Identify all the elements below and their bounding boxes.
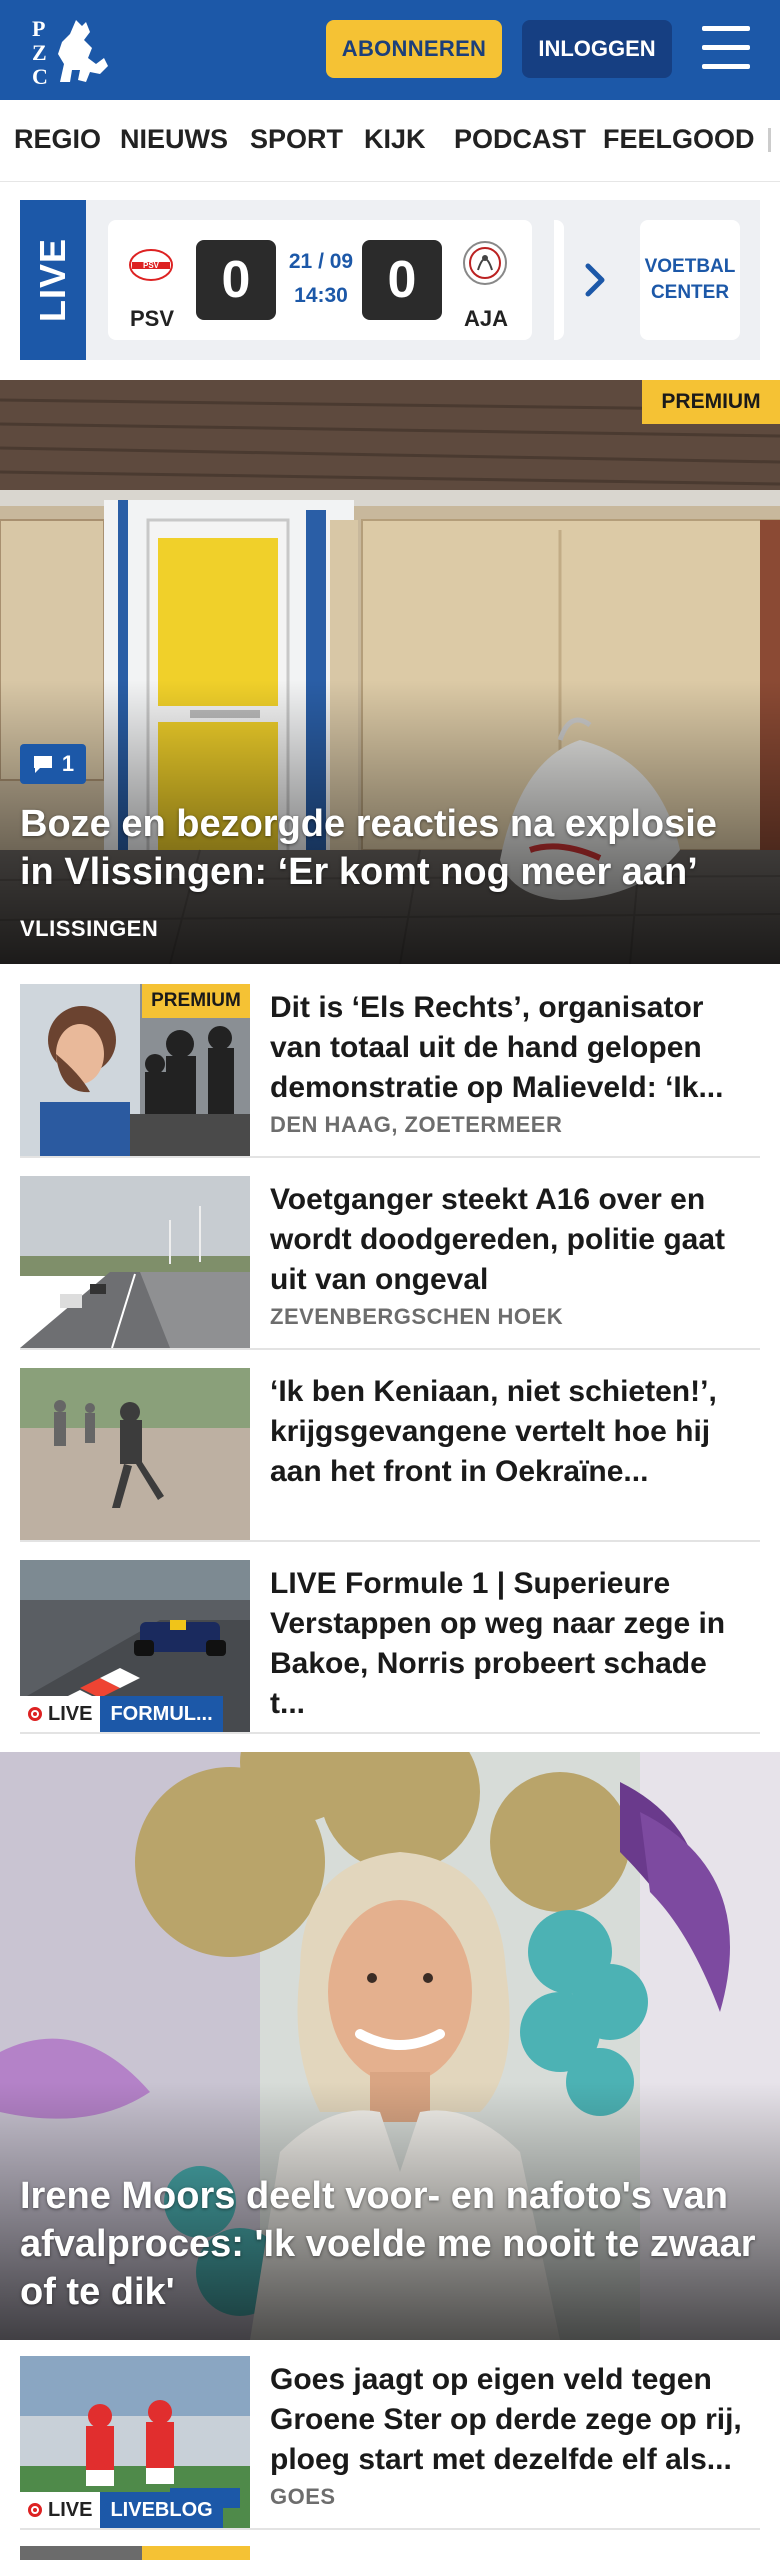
feature-title[interactable]: Irene Moors deelt voor- en nafoto's van … bbox=[20, 2172, 765, 2316]
nav-item-sport[interactable]: SPORT bbox=[250, 124, 343, 155]
article-location: ZEVENBERGSCHEN HOEK bbox=[270, 1304, 564, 1329]
list-item[interactable]: LIVE LIVEBLOG Goes jaagt op eigen veld t… bbox=[20, 2356, 760, 2530]
match-date: 21 / 09 bbox=[288, 250, 354, 273]
next-item-peek bbox=[20, 2546, 250, 2560]
list-item[interactable]: LIVE FORMUL... LIVE Formule 1 | Superieu… bbox=[20, 1560, 760, 1734]
section-nav: REGIO NIEUWS SPORT KIJK PODCAST FEELGOOD bbox=[0, 100, 780, 182]
comment-count: 1 bbox=[61, 751, 75, 776]
chevron-right-icon bbox=[585, 263, 605, 297]
article-title[interactable]: Voetganger steekt A16 over en wordt dood… bbox=[270, 1180, 750, 1300]
nav-item-kijk[interactable]: KIJK bbox=[364, 124, 426, 155]
premium-badge: PREMIUM bbox=[642, 380, 780, 424]
live-badge-label: LIVE bbox=[48, 2498, 93, 2521]
home-team-name: PSV bbox=[130, 306, 175, 331]
article-location: DEN HAAG, ZOETERMEER bbox=[270, 1112, 563, 1137]
category-label: FORMUL... bbox=[100, 1696, 223, 1732]
nav-item-feelgood[interactable]: FEELGOOD bbox=[603, 124, 755, 155]
premium-badge: PREMIUM bbox=[142, 984, 250, 1018]
subscribe-button[interactable]: ABONNEREN bbox=[326, 20, 502, 78]
speech-bubble-icon bbox=[33, 756, 52, 773]
pzc-logo[interactable]: P Z C bbox=[30, 14, 112, 89]
article-title[interactable]: Goes jaagt op eigen veld tegen Groene St… bbox=[270, 2360, 750, 2480]
list-item[interactable]: PREMIUM Dit is ‘Els Rechts’, organisator… bbox=[20, 984, 760, 1158]
article-location: GOES bbox=[270, 2484, 336, 2509]
svg-text:P: P bbox=[32, 16, 45, 41]
hero-location: VLISSINGEN bbox=[20, 916, 159, 941]
match-time: 14:30 bbox=[294, 284, 348, 307]
record-dot-icon bbox=[28, 1707, 42, 1721]
svg-text:PSV: PSV bbox=[143, 261, 160, 270]
feature-article[interactable]: Irene Moors deelt voor- en nafoto's van … bbox=[0, 1752, 780, 2340]
premium-badge-peek bbox=[142, 2546, 250, 2560]
category-label: LIVEBLOG bbox=[100, 2492, 223, 2528]
record-dot-icon bbox=[28, 2503, 42, 2517]
login-button[interactable]: INLOGGEN bbox=[522, 20, 672, 78]
hero-article[interactable]: PREMIUM 1 Boze en bezorgde reacties na e… bbox=[0, 380, 780, 964]
live-label: LIVE bbox=[20, 200, 86, 360]
list-item[interactable]: Voetganger steekt A16 over en wordt dood… bbox=[20, 1176, 760, 1350]
article-thumbnail: LIVE LIVEBLOG bbox=[20, 2356, 250, 2528]
site-header: P Z C ABONNEREN INLOGGEN bbox=[0, 0, 780, 100]
away-team-name: AJA bbox=[464, 306, 509, 331]
list-item[interactable]: ‘Ik ben Keniaan, niet schieten!’, krijgs… bbox=[20, 1368, 760, 1542]
article-thumbnail: PREMIUM bbox=[20, 984, 250, 1156]
live-badge-label: LIVE bbox=[48, 1702, 93, 1725]
live-scores-strip: LIVE PSV PSV 0 21 / 09 14:30 0 AJA VOETB… bbox=[20, 200, 760, 360]
article-title[interactable]: LIVE Formule 1 | Superieure Verstappen o… bbox=[270, 1564, 750, 1724]
live-badge: LIVE LIVEBLOG bbox=[20, 2492, 223, 2528]
ajax-crest-icon bbox=[462, 240, 508, 286]
nav-item-regio[interactable]: REGIO bbox=[14, 124, 101, 155]
hero-title[interactable]: Boze en bezorgde reacties na explosie in… bbox=[20, 800, 760, 896]
away-score: 0 bbox=[362, 240, 442, 320]
article-thumbnail bbox=[20, 1176, 250, 1348]
voetbal-center-label: VOETBAL CENTER bbox=[640, 220, 740, 340]
article-thumbnail bbox=[20, 1368, 250, 1540]
article-title[interactable]: Dit is ‘Els Rechts’, organisator van tot… bbox=[270, 988, 750, 1108]
live-badge: LIVE FORMUL... bbox=[20, 1696, 223, 1732]
match-card[interactable]: PSV PSV 0 21 / 09 14:30 0 AJA bbox=[108, 220, 532, 340]
nav-item-nieuws[interactable]: NIEUWS bbox=[120, 124, 228, 155]
psv-crest-icon: PSV bbox=[128, 242, 174, 288]
nav-item-podcast[interactable]: PODCAST bbox=[454, 124, 586, 155]
hamburger-menu-icon[interactable] bbox=[700, 24, 752, 72]
svg-text:Z: Z bbox=[32, 40, 47, 65]
voetbal-center-link[interactable]: VOETBAL CENTER bbox=[556, 220, 760, 340]
article-thumbnail: LIVE FORMUL... bbox=[20, 1560, 250, 1732]
home-score: 0 bbox=[196, 240, 276, 320]
nav-overflow-divider bbox=[768, 128, 771, 152]
comment-count-badge[interactable]: 1 bbox=[20, 744, 86, 784]
article-title[interactable]: ‘Ik ben Keniaan, niet schieten!’, krijgs… bbox=[270, 1372, 750, 1492]
svg-text:C: C bbox=[32, 64, 48, 86]
pzc-lion-logo-icon: P Z C bbox=[32, 16, 108, 89]
